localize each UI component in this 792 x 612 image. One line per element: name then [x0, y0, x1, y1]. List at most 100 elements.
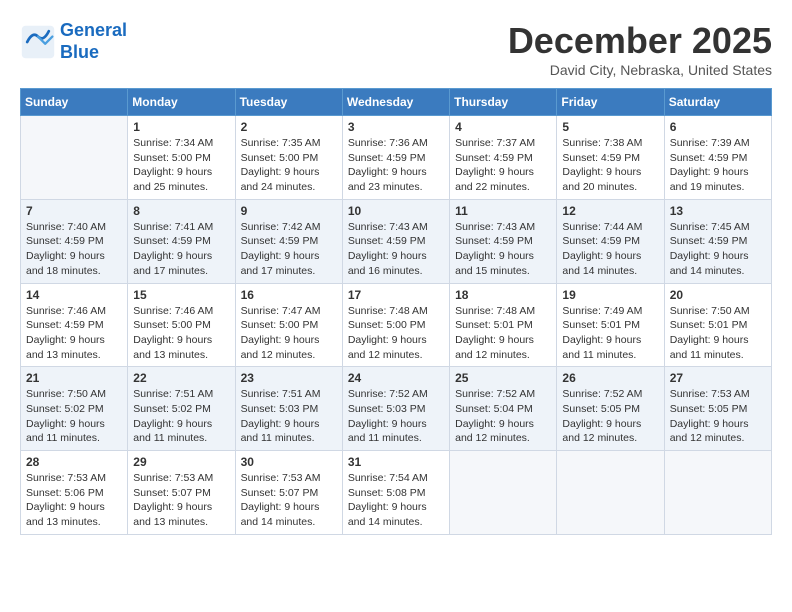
calendar-cell: 9 Sunrise: 7:42 AMSunset: 4:59 PMDaylight…	[235, 199, 342, 283]
calendar-cell: 1 Sunrise: 7:34 AMSunset: 5:00 PMDaylight…	[128, 116, 235, 200]
day-info: Sunrise: 7:53 AMSunset: 5:06 PMDaylight:…	[26, 471, 122, 530]
day-number: 24	[348, 371, 444, 385]
day-number: 27	[670, 371, 766, 385]
location: David City, Nebraska, United States	[508, 62, 772, 78]
day-number: 13	[670, 204, 766, 218]
calendar-cell	[21, 116, 128, 200]
calendar-week-row: 14 Sunrise: 7:46 AMSunset: 4:59 PMDayligh…	[21, 283, 772, 367]
day-number: 1	[133, 120, 229, 134]
day-number: 10	[348, 204, 444, 218]
calendar-cell: 24 Sunrise: 7:52 AMSunset: 5:03 PMDayligh…	[342, 367, 449, 451]
day-number: 29	[133, 455, 229, 469]
day-info: Sunrise: 7:50 AMSunset: 5:01 PMDaylight:…	[670, 304, 766, 363]
day-info: Sunrise: 7:52 AMSunset: 5:03 PMDaylight:…	[348, 387, 444, 446]
calendar-week-row: 28 Sunrise: 7:53 AMSunset: 5:06 PMDayligh…	[21, 451, 772, 535]
weekday-header-saturday: Saturday	[664, 89, 771, 116]
day-info: Sunrise: 7:53 AMSunset: 5:07 PMDaylight:…	[133, 471, 229, 530]
calendar-cell: 3 Sunrise: 7:36 AMSunset: 4:59 PMDaylight…	[342, 116, 449, 200]
day-info: Sunrise: 7:43 AMSunset: 4:59 PMDaylight:…	[348, 220, 444, 279]
calendar-cell: 22Sunrise: 7:51 AMSunset: 5:02 PMDayligh…	[128, 367, 235, 451]
day-info: Sunrise: 7:42 AMSunset: 4:59 PMDaylight:…	[241, 220, 337, 279]
calendar-week-row: 21Sunrise: 7:50 AMSunset: 5:02 PMDayligh…	[21, 367, 772, 451]
day-info: Sunrise: 7:54 AMSunset: 5:08 PMDaylight:…	[348, 471, 444, 530]
calendar-body: 1 Sunrise: 7:34 AMSunset: 5:00 PMDaylight…	[21, 116, 772, 535]
day-info: Sunrise: 7:45 AMSunset: 4:59 PMDaylight:…	[670, 220, 766, 279]
day-info: Sunrise: 7:49 AMSunset: 5:01 PMDaylight:…	[562, 304, 658, 363]
day-info: Sunrise: 7:34 AMSunset: 5:00 PMDaylight:…	[133, 136, 229, 195]
day-info: Sunrise: 7:46 AMSunset: 4:59 PMDaylight:…	[26, 304, 122, 363]
day-number: 14	[26, 288, 122, 302]
calendar-cell: 23Sunrise: 7:51 AMSunset: 5:03 PMDayligh…	[235, 367, 342, 451]
day-info: Sunrise: 7:47 AMSunset: 5:00 PMDaylight:…	[241, 304, 337, 363]
day-info: Sunrise: 7:41 AMSunset: 4:59 PMDaylight:…	[133, 220, 229, 279]
calendar-table: SundayMondayTuesdayWednesdayThursdayFrid…	[20, 88, 772, 535]
day-info: Sunrise: 7:36 AMSunset: 4:59 PMDaylight:…	[348, 136, 444, 195]
day-number: 30	[241, 455, 337, 469]
calendar-cell: 31 Sunrise: 7:54 AMSunset: 5:08 PMDayligh…	[342, 451, 449, 535]
day-number: 19	[562, 288, 658, 302]
day-number: 28	[26, 455, 122, 469]
calendar-cell: 6 Sunrise: 7:39 AMSunset: 4:59 PMDaylight…	[664, 116, 771, 200]
day-info: Sunrise: 7:37 AMSunset: 4:59 PMDaylight:…	[455, 136, 551, 195]
day-number: 18	[455, 288, 551, 302]
calendar-cell: 4 Sunrise: 7:37 AMSunset: 4:59 PMDaylight…	[450, 116, 557, 200]
calendar-cell: 28 Sunrise: 7:53 AMSunset: 5:06 PMDayligh…	[21, 451, 128, 535]
day-number: 11	[455, 204, 551, 218]
day-number: 3	[348, 120, 444, 134]
calendar-header-row: SundayMondayTuesdayWednesdayThursdayFrid…	[21, 89, 772, 116]
day-info: Sunrise: 7:44 AMSunset: 4:59 PMDaylight:…	[562, 220, 658, 279]
day-info: Sunrise: 7:46 AMSunset: 5:00 PMDaylight:…	[133, 304, 229, 363]
day-info: Sunrise: 7:53 AMSunset: 5:07 PMDaylight:…	[241, 471, 337, 530]
day-number: 31	[348, 455, 444, 469]
day-number: 9	[241, 204, 337, 218]
calendar-cell: 21Sunrise: 7:50 AMSunset: 5:02 PMDayligh…	[21, 367, 128, 451]
calendar-cell: 13 Sunrise: 7:45 AMSunset: 4:59 PMDayligh…	[664, 199, 771, 283]
day-number: 20	[670, 288, 766, 302]
day-info: Sunrise: 7:48 AMSunset: 5:00 PMDaylight:…	[348, 304, 444, 363]
day-info: Sunrise: 7:39 AMSunset: 4:59 PMDaylight:…	[670, 136, 766, 195]
day-number: 22	[133, 371, 229, 385]
day-number: 6	[670, 120, 766, 134]
calendar-cell: 30 Sunrise: 7:53 AMSunset: 5:07 PMDayligh…	[235, 451, 342, 535]
day-number: 7	[26, 204, 122, 218]
day-number: 25	[455, 371, 551, 385]
calendar-cell: 20 Sunrise: 7:50 AMSunset: 5:01 PMDayligh…	[664, 283, 771, 367]
day-number: 17	[348, 288, 444, 302]
calendar-cell: 29 Sunrise: 7:53 AMSunset: 5:07 PMDayligh…	[128, 451, 235, 535]
calendar-cell: 10 Sunrise: 7:43 AMSunset: 4:59 PMDayligh…	[342, 199, 449, 283]
day-number: 15	[133, 288, 229, 302]
weekday-header-wednesday: Wednesday	[342, 89, 449, 116]
calendar-cell: 8Sunrise: 7:41 AMSunset: 4:59 PMDaylight…	[128, 199, 235, 283]
calendar-cell: 26Sunrise: 7:52 AMSunset: 5:05 PMDayligh…	[557, 367, 664, 451]
day-info: Sunrise: 7:53 AMSunset: 5:05 PMDaylight:…	[670, 387, 766, 446]
day-number: 23	[241, 371, 337, 385]
day-number: 26	[562, 371, 658, 385]
day-info: Sunrise: 7:48 AMSunset: 5:01 PMDaylight:…	[455, 304, 551, 363]
calendar-cell: 25Sunrise: 7:52 AMSunset: 5:04 PMDayligh…	[450, 367, 557, 451]
day-number: 12	[562, 204, 658, 218]
calendar-cell: 18 Sunrise: 7:48 AMSunset: 5:01 PMDayligh…	[450, 283, 557, 367]
calendar-cell: 11 Sunrise: 7:43 AMSunset: 4:59 PMDayligh…	[450, 199, 557, 283]
day-info: Sunrise: 7:50 AMSunset: 5:02 PMDaylight:…	[26, 387, 122, 446]
calendar-week-row: 7 Sunrise: 7:40 AMSunset: 4:59 PMDaylight…	[21, 199, 772, 283]
calendar-cell	[557, 451, 664, 535]
logo-line1: General	[60, 20, 127, 40]
day-number: 5	[562, 120, 658, 134]
calendar-cell: 27 Sunrise: 7:53 AMSunset: 5:05 PMDayligh…	[664, 367, 771, 451]
day-number: 4	[455, 120, 551, 134]
calendar-cell: 5Sunrise: 7:38 AMSunset: 4:59 PMDaylight…	[557, 116, 664, 200]
calendar-week-row: 1 Sunrise: 7:34 AMSunset: 5:00 PMDaylight…	[21, 116, 772, 200]
calendar-cell: 19 Sunrise: 7:49 AMSunset: 5:01 PMDayligh…	[557, 283, 664, 367]
page-header: General Blue December 2025 David City, N…	[20, 20, 772, 78]
calendar-cell	[450, 451, 557, 535]
logo-text: General Blue	[60, 20, 127, 63]
weekday-header-monday: Monday	[128, 89, 235, 116]
day-number: 2	[241, 120, 337, 134]
calendar-cell: 12 Sunrise: 7:44 AMSunset: 4:59 PMDayligh…	[557, 199, 664, 283]
calendar-cell	[664, 451, 771, 535]
day-info: Sunrise: 7:43 AMSunset: 4:59 PMDaylight:…	[455, 220, 551, 279]
day-info: Sunrise: 7:40 AMSunset: 4:59 PMDaylight:…	[26, 220, 122, 279]
calendar-cell: 2Sunrise: 7:35 AMSunset: 5:00 PMDaylight…	[235, 116, 342, 200]
month-title: December 2025	[508, 20, 772, 62]
weekday-header-tuesday: Tuesday	[235, 89, 342, 116]
